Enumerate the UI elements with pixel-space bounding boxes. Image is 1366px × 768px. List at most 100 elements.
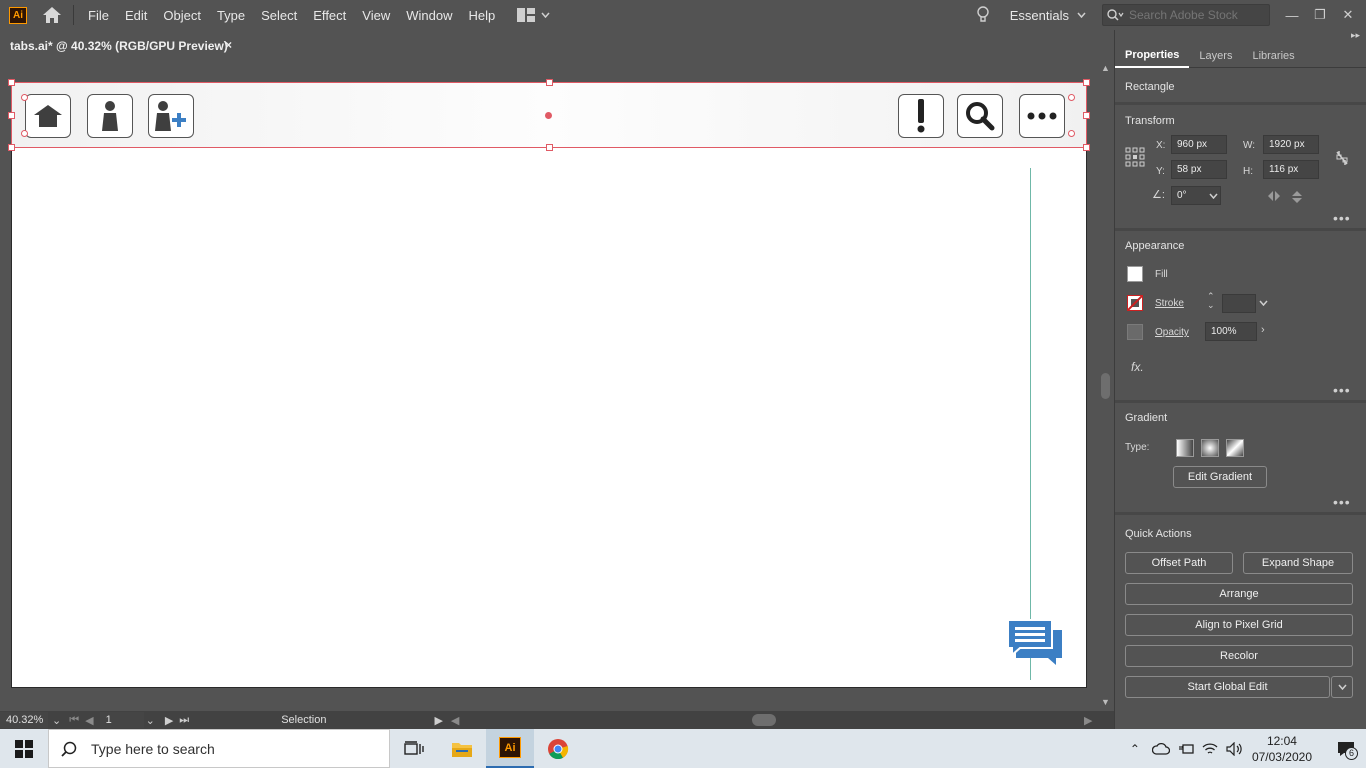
stroke-weight-field[interactable] bbox=[1222, 294, 1256, 313]
global-edit-options-button[interactable] bbox=[1331, 676, 1353, 698]
reference-point-icon[interactable] bbox=[1125, 147, 1145, 167]
arrange-documents-button[interactable] bbox=[517, 8, 550, 22]
radial-gradient-button[interactable] bbox=[1201, 439, 1219, 457]
fill-swatch[interactable] bbox=[1127, 266, 1143, 282]
fx-button[interactable]: fx. bbox=[1131, 360, 1144, 374]
person-tile[interactable] bbox=[87, 94, 133, 138]
workspace-switcher[interactable]: Essentials bbox=[1010, 8, 1086, 23]
start-global-edit-button[interactable]: Start Global Edit bbox=[1125, 676, 1330, 698]
close-window-button[interactable]: ✕ bbox=[1334, 7, 1362, 23]
artboard[interactable] bbox=[11, 82, 1087, 688]
menu-help[interactable]: Help bbox=[460, 0, 503, 30]
y-field[interactable]: 58 px bbox=[1171, 160, 1227, 179]
chevron-right-icon[interactable]: › bbox=[1261, 324, 1265, 336]
chevron-up-icon[interactable]: ⌃ bbox=[1130, 742, 1140, 756]
more-options-icon[interactable]: ••• bbox=[1333, 382, 1351, 398]
prev-artboard-icon[interactable]: ◀ bbox=[85, 714, 93, 727]
document-tab[interactable]: tabs.ai* @ 40.32% (RGB/GPU Preview) × bbox=[0, 30, 242, 61]
corner-radius-widget[interactable] bbox=[1068, 94, 1075, 101]
task-view-button[interactable] bbox=[390, 729, 438, 768]
flip-horizontal-icon[interactable] bbox=[1267, 190, 1281, 202]
close-tab-icon[interactable]: × bbox=[225, 38, 232, 52]
expand-shape-button[interactable]: Expand Shape bbox=[1243, 552, 1353, 574]
corner-radius-widget[interactable] bbox=[21, 94, 28, 101]
alert-tile[interactable] bbox=[898, 94, 944, 138]
vertical-scrollbar[interactable]: ▲ ▼ bbox=[1097, 61, 1114, 711]
more-options-icon[interactable]: ••• bbox=[1333, 494, 1351, 510]
chevron-down-icon[interactable]: ⌄ bbox=[52, 714, 61, 727]
w-field[interactable]: 1920 px bbox=[1263, 135, 1319, 154]
scroll-down-icon[interactable]: ▼ bbox=[1101, 697, 1110, 707]
more-options-icon[interactable]: ••• bbox=[1333, 210, 1351, 226]
scroll-thumb[interactable] bbox=[1101, 373, 1110, 399]
restore-button[interactable]: ❐ bbox=[1306, 7, 1334, 23]
wifi-icon[interactable] bbox=[1202, 742, 1218, 756]
next-artboard-icon[interactable]: ▶ bbox=[165, 714, 173, 727]
linear-gradient-button[interactable] bbox=[1176, 439, 1194, 457]
zoom-field[interactable]: 40.32% bbox=[0, 712, 48, 728]
menu-type[interactable]: Type bbox=[209, 0, 253, 30]
resize-handle[interactable] bbox=[8, 112, 15, 119]
scroll-up-icon[interactable]: ▲ bbox=[1101, 63, 1110, 73]
stock-search[interactable] bbox=[1102, 4, 1270, 26]
more-tile[interactable] bbox=[1019, 94, 1065, 138]
search-tile[interactable] bbox=[957, 94, 1003, 138]
taskbar-search[interactable]: Type here to search bbox=[48, 729, 390, 768]
cloud-sync-icon[interactable] bbox=[1151, 742, 1170, 756]
volume-icon[interactable] bbox=[1226, 741, 1242, 756]
horizontal-scroll-thumb[interactable] bbox=[752, 714, 776, 726]
home-tile[interactable] bbox=[25, 94, 71, 138]
last-artboard-icon[interactable]: ⏭ bbox=[179, 714, 189, 727]
menu-edit[interactable]: Edit bbox=[117, 0, 155, 30]
offset-path-button[interactable]: Offset Path bbox=[1125, 552, 1233, 574]
minimize-button[interactable]: — bbox=[1278, 8, 1306, 23]
resize-handle[interactable] bbox=[1083, 79, 1090, 86]
chevron-down-icon[interactable]: ⌄ bbox=[146, 714, 155, 727]
stock-search-input[interactable] bbox=[1129, 8, 1269, 22]
stroke-stepper[interactable]: ⌃ ⌄ bbox=[1207, 292, 1215, 310]
chevron-down-icon[interactable] bbox=[1209, 193, 1218, 199]
action-center-button[interactable]: 6 bbox=[1326, 741, 1366, 760]
resize-handle[interactable] bbox=[546, 144, 553, 151]
scroll-right-icon[interactable]: ▶ bbox=[1084, 714, 1092, 727]
illustrator-taskbar-button[interactable]: Ai bbox=[486, 729, 534, 768]
resize-handle[interactable] bbox=[546, 79, 553, 86]
menu-file[interactable]: File bbox=[80, 0, 117, 30]
x-field[interactable]: 960 px bbox=[1171, 135, 1227, 154]
menu-effect[interactable]: Effect bbox=[305, 0, 354, 30]
discover-button[interactable] bbox=[968, 6, 998, 24]
resize-handle[interactable] bbox=[8, 79, 15, 86]
status-menu-icon[interactable]: ▶ bbox=[434, 714, 442, 727]
stroke-swatch[interactable] bbox=[1127, 295, 1143, 311]
menu-window[interactable]: Window bbox=[398, 0, 460, 30]
recolor-button[interactable]: Recolor bbox=[1125, 645, 1353, 667]
home-button[interactable] bbox=[37, 0, 67, 30]
menu-select[interactable]: Select bbox=[253, 0, 305, 30]
opacity-label[interactable]: Opacity bbox=[1155, 327, 1189, 338]
tab-properties[interactable]: Properties bbox=[1115, 44, 1190, 68]
menu-object[interactable]: Object bbox=[155, 0, 209, 30]
tab-libraries[interactable]: Libraries bbox=[1242, 44, 1304, 68]
guide-line[interactable] bbox=[1030, 168, 1031, 680]
chevron-down-icon[interactable] bbox=[1259, 300, 1268, 306]
corner-radius-widget[interactable] bbox=[21, 130, 28, 137]
align-pixel-grid-button[interactable]: Align to Pixel Grid bbox=[1125, 614, 1353, 636]
opacity-field[interactable]: 100% bbox=[1205, 322, 1257, 341]
stroke-label[interactable]: Stroke bbox=[1155, 298, 1184, 309]
resize-handle[interactable] bbox=[1083, 144, 1090, 151]
clock[interactable]: 12:04 07/03/2020 bbox=[1252, 733, 1312, 765]
tab-layers[interactable]: Layers bbox=[1189, 44, 1242, 68]
current-tool[interactable]: Selection bbox=[281, 714, 326, 726]
collapse-panel-icon[interactable]: ▸▸ bbox=[1351, 30, 1360, 41]
resize-handle[interactable] bbox=[1083, 112, 1090, 119]
flip-vertical-icon[interactable] bbox=[1291, 190, 1303, 204]
chat-bubble-artwork[interactable] bbox=[1006, 618, 1064, 669]
menu-view[interactable]: View bbox=[354, 0, 398, 30]
add-person-tile[interactable] bbox=[148, 94, 194, 138]
h-field[interactable]: 116 px bbox=[1263, 160, 1319, 179]
scroll-left-icon[interactable]: ◀ bbox=[451, 714, 459, 727]
freeform-gradient-button[interactable] bbox=[1226, 439, 1244, 457]
first-artboard-icon[interactable]: ⏮ bbox=[69, 714, 79, 727]
chrome-taskbar-button[interactable] bbox=[534, 729, 582, 768]
resize-handle[interactable] bbox=[8, 144, 15, 151]
